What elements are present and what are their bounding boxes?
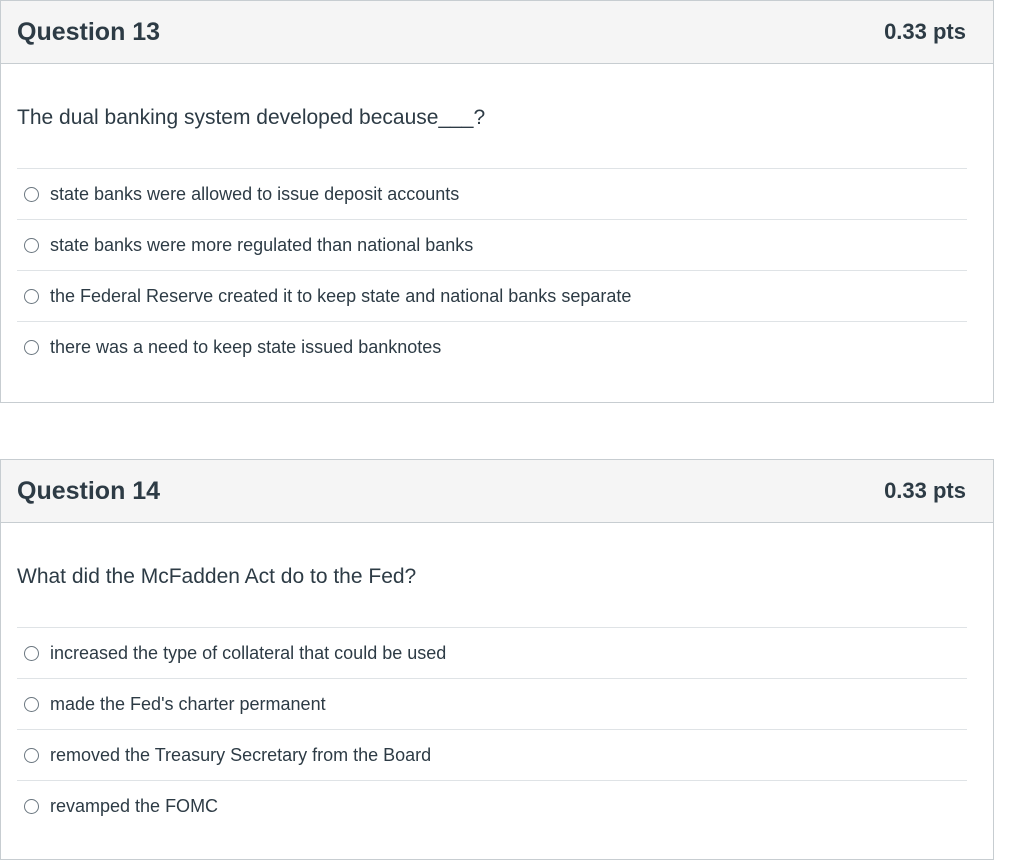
answer-label[interactable]: state banks were more regulated than nat… [50, 235, 473, 256]
question-title: Question 13 [17, 17, 161, 46]
answer-option[interactable]: state banks were more regulated than nat… [17, 220, 967, 271]
answer-option[interactable]: removed the Treasury Secretary from the … [17, 730, 967, 781]
radio-button[interactable] [24, 696, 39, 712]
answer-option[interactable]: revamped the FOMC [17, 781, 967, 832]
answer-label[interactable]: revamped the FOMC [50, 796, 218, 817]
answer-option[interactable]: the Federal Reserve created it to keep s… [17, 271, 967, 322]
radio-button[interactable] [24, 186, 39, 202]
question-points: 0.33 pts [884, 19, 966, 44]
radio-button[interactable] [24, 645, 39, 661]
question-header: Question 13 0.33 pts [1, 1, 993, 64]
radio-button[interactable] [24, 340, 39, 355]
answer-option[interactable]: state banks were allowed to issue deposi… [17, 169, 967, 220]
radio-button[interactable] [24, 288, 39, 304]
answer-option[interactable]: there was a need to keep state issued ba… [17, 322, 967, 373]
question-header: Question 14 0.33 pts [1, 460, 993, 523]
answer-label[interactable]: increased the type of collateral that co… [50, 643, 446, 664]
question-points: 0.33 pts [884, 478, 966, 503]
answer-label[interactable]: the Federal Reserve created it to keep s… [50, 286, 631, 307]
answer-label[interactable]: there was a need to keep state issued ba… [50, 337, 441, 358]
question-title: Question 14 [17, 476, 161, 505]
answer-list: increased the type of collateral that co… [17, 627, 967, 832]
answer-list: state banks were allowed to issue deposi… [17, 168, 967, 373]
radio-button[interactable] [24, 237, 39, 253]
question-prompt: What did the McFadden Act do to the Fed? [17, 565, 417, 588]
question-prompt: The dual banking system developed becaus… [17, 106, 486, 129]
radio-button[interactable] [24, 799, 39, 814]
answer-label[interactable]: removed the Treasury Secretary from the … [50, 745, 431, 766]
answer-label[interactable]: state banks were allowed to issue deposi… [50, 184, 459, 205]
answer-option[interactable]: increased the type of collateral that co… [17, 628, 967, 679]
answer-label[interactable]: made the Fed's charter permanent [50, 694, 326, 715]
question-13-card: Question 13 0.33 pts The dual banking sy… [0, 0, 994, 403]
answer-option[interactable]: made the Fed's charter permanent [17, 679, 967, 730]
question-14-card: Question 14 0.33 pts What did the McFadd… [0, 459, 994, 860]
radio-button[interactable] [24, 747, 39, 763]
